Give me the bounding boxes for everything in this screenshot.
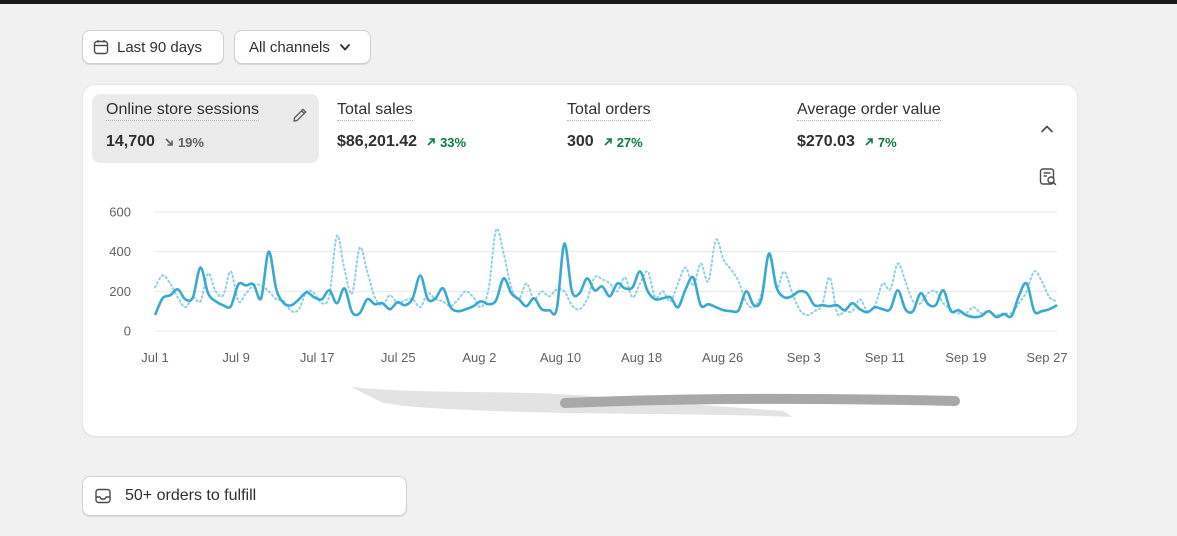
metric-total-sales[interactable]: Total sales $86,201.42 33% (323, 94, 543, 163)
x-tick-label: Sep 3 (787, 350, 821, 365)
metric-change: 27% (603, 135, 643, 150)
metric-value: $86,201.42 (337, 133, 418, 150)
arrow-up-right-icon (427, 138, 435, 146)
metric-label[interactable]: Average order value (797, 101, 941, 121)
view-report-icon[interactable] (1038, 167, 1058, 187)
pencil-icon[interactable] (291, 106, 309, 124)
inbox-icon (94, 487, 112, 505)
x-tick-label: Aug 18 (621, 350, 662, 365)
y-tick-label: 200 (109, 284, 131, 299)
arrow-up-right-icon (865, 138, 873, 146)
metric-value: 300 (567, 133, 594, 150)
metric-change-value: 7% (877, 134, 897, 150)
top-bar (0, 0, 1177, 4)
metric-online-store-sessions[interactable]: Online store sessions 14,700 19% (92, 94, 319, 163)
y-tick-label: 400 (109, 244, 131, 259)
date-range-button[interactable]: Last 90 days (82, 30, 224, 64)
orders-to-fulfill-button[interactable]: 50+ orders to fulfill (82, 476, 407, 516)
x-tick-label: Jul 17 (300, 350, 335, 365)
x-tick-label: Sep 11 (865, 350, 905, 365)
metric-change-value: 19% (177, 134, 204, 150)
x-tick-label: Aug 26 (702, 350, 743, 365)
channel-label: All channels (249, 38, 330, 56)
x-tick-label: Aug 10 (540, 350, 581, 365)
arrow-up-right-icon (604, 138, 612, 146)
sessions-line-chart: 600 400 200 0 Jul 1 Jul 9 Jul 17 Jul 25 Aug 2 Aug… (109, 205, 1067, 366)
metric-label[interactable]: Total sales (337, 101, 413, 121)
y-tick-label: 0 (124, 324, 131, 339)
chevron-up-icon[interactable] (1039, 121, 1055, 137)
analytics-card: Online store sessions 14,700 19% Total s… (83, 85, 1077, 436)
calendar-icon (93, 39, 109, 55)
metric-value: 14,700 (106, 133, 155, 150)
x-tick-label: Jul 9 (222, 350, 249, 365)
metric-average-order-value[interactable]: Average order value $270.03 7% (783, 94, 1003, 163)
x-tick-label: Aug 2 (462, 350, 496, 365)
metric-label[interactable]: Total orders (567, 101, 651, 121)
metric-change: 7% (864, 135, 897, 150)
metric-change-value: 33% (440, 134, 467, 150)
metric-total-orders[interactable]: Total orders 300 27% (553, 94, 773, 163)
chevron-down-icon (338, 40, 352, 54)
x-tick-label: Sep 19 (945, 350, 986, 365)
redacted-legend (351, 387, 960, 417)
channel-select[interactable]: All channels (234, 30, 371, 64)
y-tick-label: 600 (109, 205, 131, 220)
date-range-label: Last 90 days (117, 38, 203, 56)
metric-change: 33% (426, 135, 466, 150)
comparison-series-line (154, 227, 1058, 317)
metric-label[interactable]: Online store sessions (106, 101, 259, 121)
x-tick-label: Sep 27 (1026, 350, 1067, 365)
x-tick-label: Jul 25 (381, 350, 416, 365)
orders-to-fulfill-label: 50+ orders to fulfill (125, 487, 257, 504)
metric-value: $270.03 (797, 133, 855, 150)
arrow-down-right-icon (165, 138, 173, 146)
x-tick-label: Jul 1 (141, 350, 168, 365)
metric-change: 19% (164, 135, 204, 150)
metric-change-value: 27% (616, 134, 643, 150)
